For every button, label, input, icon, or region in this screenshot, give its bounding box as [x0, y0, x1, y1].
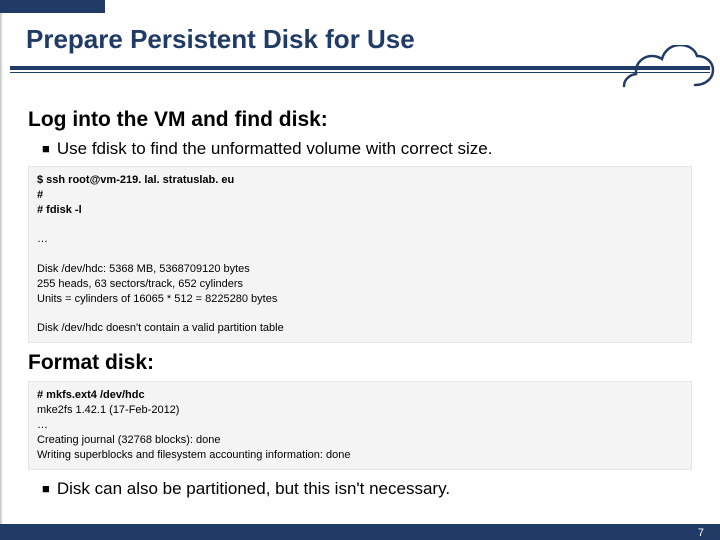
bullet-icon: ■	[42, 478, 50, 500]
code2-bold: # mkfs.ext4 /dev/hdc	[37, 389, 145, 401]
divider-thin	[10, 72, 710, 73]
slide-body: Log into the VM and find disk: ■ Use fdi…	[28, 108, 692, 506]
section2-heading: Format disk:	[28, 351, 692, 375]
code1-bold: $ ssh root@vm-219. lal. stratuslab. eu #…	[37, 174, 234, 216]
section1-bullet-text: Use fdisk to find the unformatted volume…	[57, 138, 493, 160]
bullet-icon: ■	[42, 138, 50, 160]
slide-title: Prepare Persistent Disk for Use	[26, 24, 694, 55]
cloud-icon	[620, 45, 720, 100]
section2-bullet-text: Disk can also be partitioned, but this i…	[57, 478, 450, 500]
page-number: 7	[698, 527, 704, 539]
title-container: Prepare Persistent Disk for Use	[26, 24, 694, 55]
corner-tab	[0, 0, 105, 13]
divider-thick	[10, 66, 710, 70]
section1-bullet: ■ Use fdisk to find the unformatted volu…	[28, 138, 692, 160]
code1-rest: … Disk /dev/hdc: 5368 MB, 5368709120 byt…	[37, 233, 284, 334]
footer-bar: 7	[0, 524, 720, 540]
section2-bullet: ■ Disk can also be partitioned, but this…	[28, 478, 692, 500]
section1-heading: Log into the VM and find disk:	[28, 108, 692, 132]
left-shadow	[0, 0, 3, 524]
code-block-2: # mkfs.ext4 /dev/hdc mke2fs 1.42.1 (17-F…	[28, 381, 692, 469]
code-block-1: $ ssh root@vm-219. lal. stratuslab. eu #…	[28, 166, 692, 343]
code2-rest: mke2fs 1.42.1 (17-Feb-2012) … Creating j…	[37, 404, 350, 461]
slide: Prepare Persistent Disk for Use Log into…	[0, 0, 720, 540]
